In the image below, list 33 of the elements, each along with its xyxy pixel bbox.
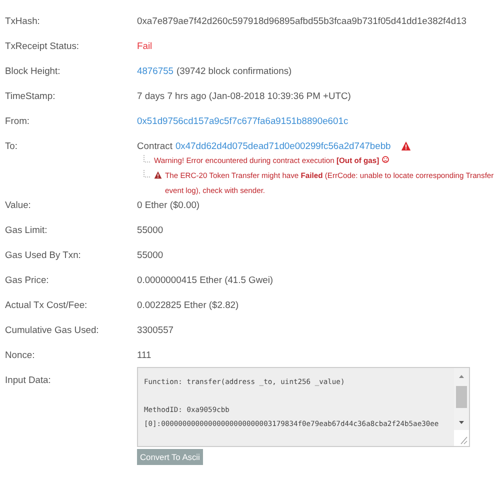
field-label: Nonce: [5, 348, 36, 362]
status-value: Fail [137, 39, 154, 53]
field-label: Value: [5, 198, 32, 212]
field-label: Actual Tx Cost/Fee: [5, 298, 88, 312]
warning-icon [154, 171, 162, 179]
field-label: From: [5, 114, 30, 128]
address-link[interactable]: 0x51d9756cd157a9c5f7c677fa6a9151b8890e601c [137, 114, 348, 128]
field-value: 3300557 [137, 323, 174, 337]
field-label: Gas Limit: [5, 223, 48, 237]
field-value: 0 Ether ($0.00) [137, 198, 201, 212]
field-value: 0.0022825 Ether ($2.82) [137, 298, 240, 312]
field-value: 111 [137, 348, 152, 362]
warning-icon [400, 141, 411, 151]
field-value: 55000 [137, 248, 164, 262]
block-link[interactable]: 4876755 [137, 64, 174, 78]
field-label: Gas Used By Txn: [5, 248, 82, 262]
field-label: Cumulative Gas Used: [5, 323, 100, 337]
field-label: TxHash: [5, 14, 41, 28]
field-value: 0.0000000415 Ether (41.5 Gwei) [137, 273, 274, 287]
field-label: To: [5, 139, 19, 153]
contract-link[interactable]: 0x47dd62d4d075dead71d0e00299fc56a2d747bebb [175, 139, 391, 153]
field-label: Block Height: [5, 64, 62, 78]
contract-label: Contract [137, 139, 172, 153]
field-label: TxReceipt Status: [5, 39, 80, 53]
field-label: TimeStamp: [5, 89, 56, 103]
convert-to-ascii-button[interactable]: Convert To Ascii [137, 449, 203, 465]
field-value: 0xa7e879ae7f42d260c597918d96895afbd55b3fcaa9b731f05d41dd1e382f4d13 [137, 14, 468, 28]
field-label: Gas Price: [5, 273, 50, 287]
confirmations-text: (39742 block confirmations) [176, 64, 292, 78]
field-value: 55000 [137, 223, 164, 237]
field-label: Input Data: [5, 373, 52, 387]
field-value: 7 days 7 hrs ago (Jan-08-2018 10:39:36 PM +UTC) [137, 89, 352, 103]
frown-icon [382, 156, 390, 163]
